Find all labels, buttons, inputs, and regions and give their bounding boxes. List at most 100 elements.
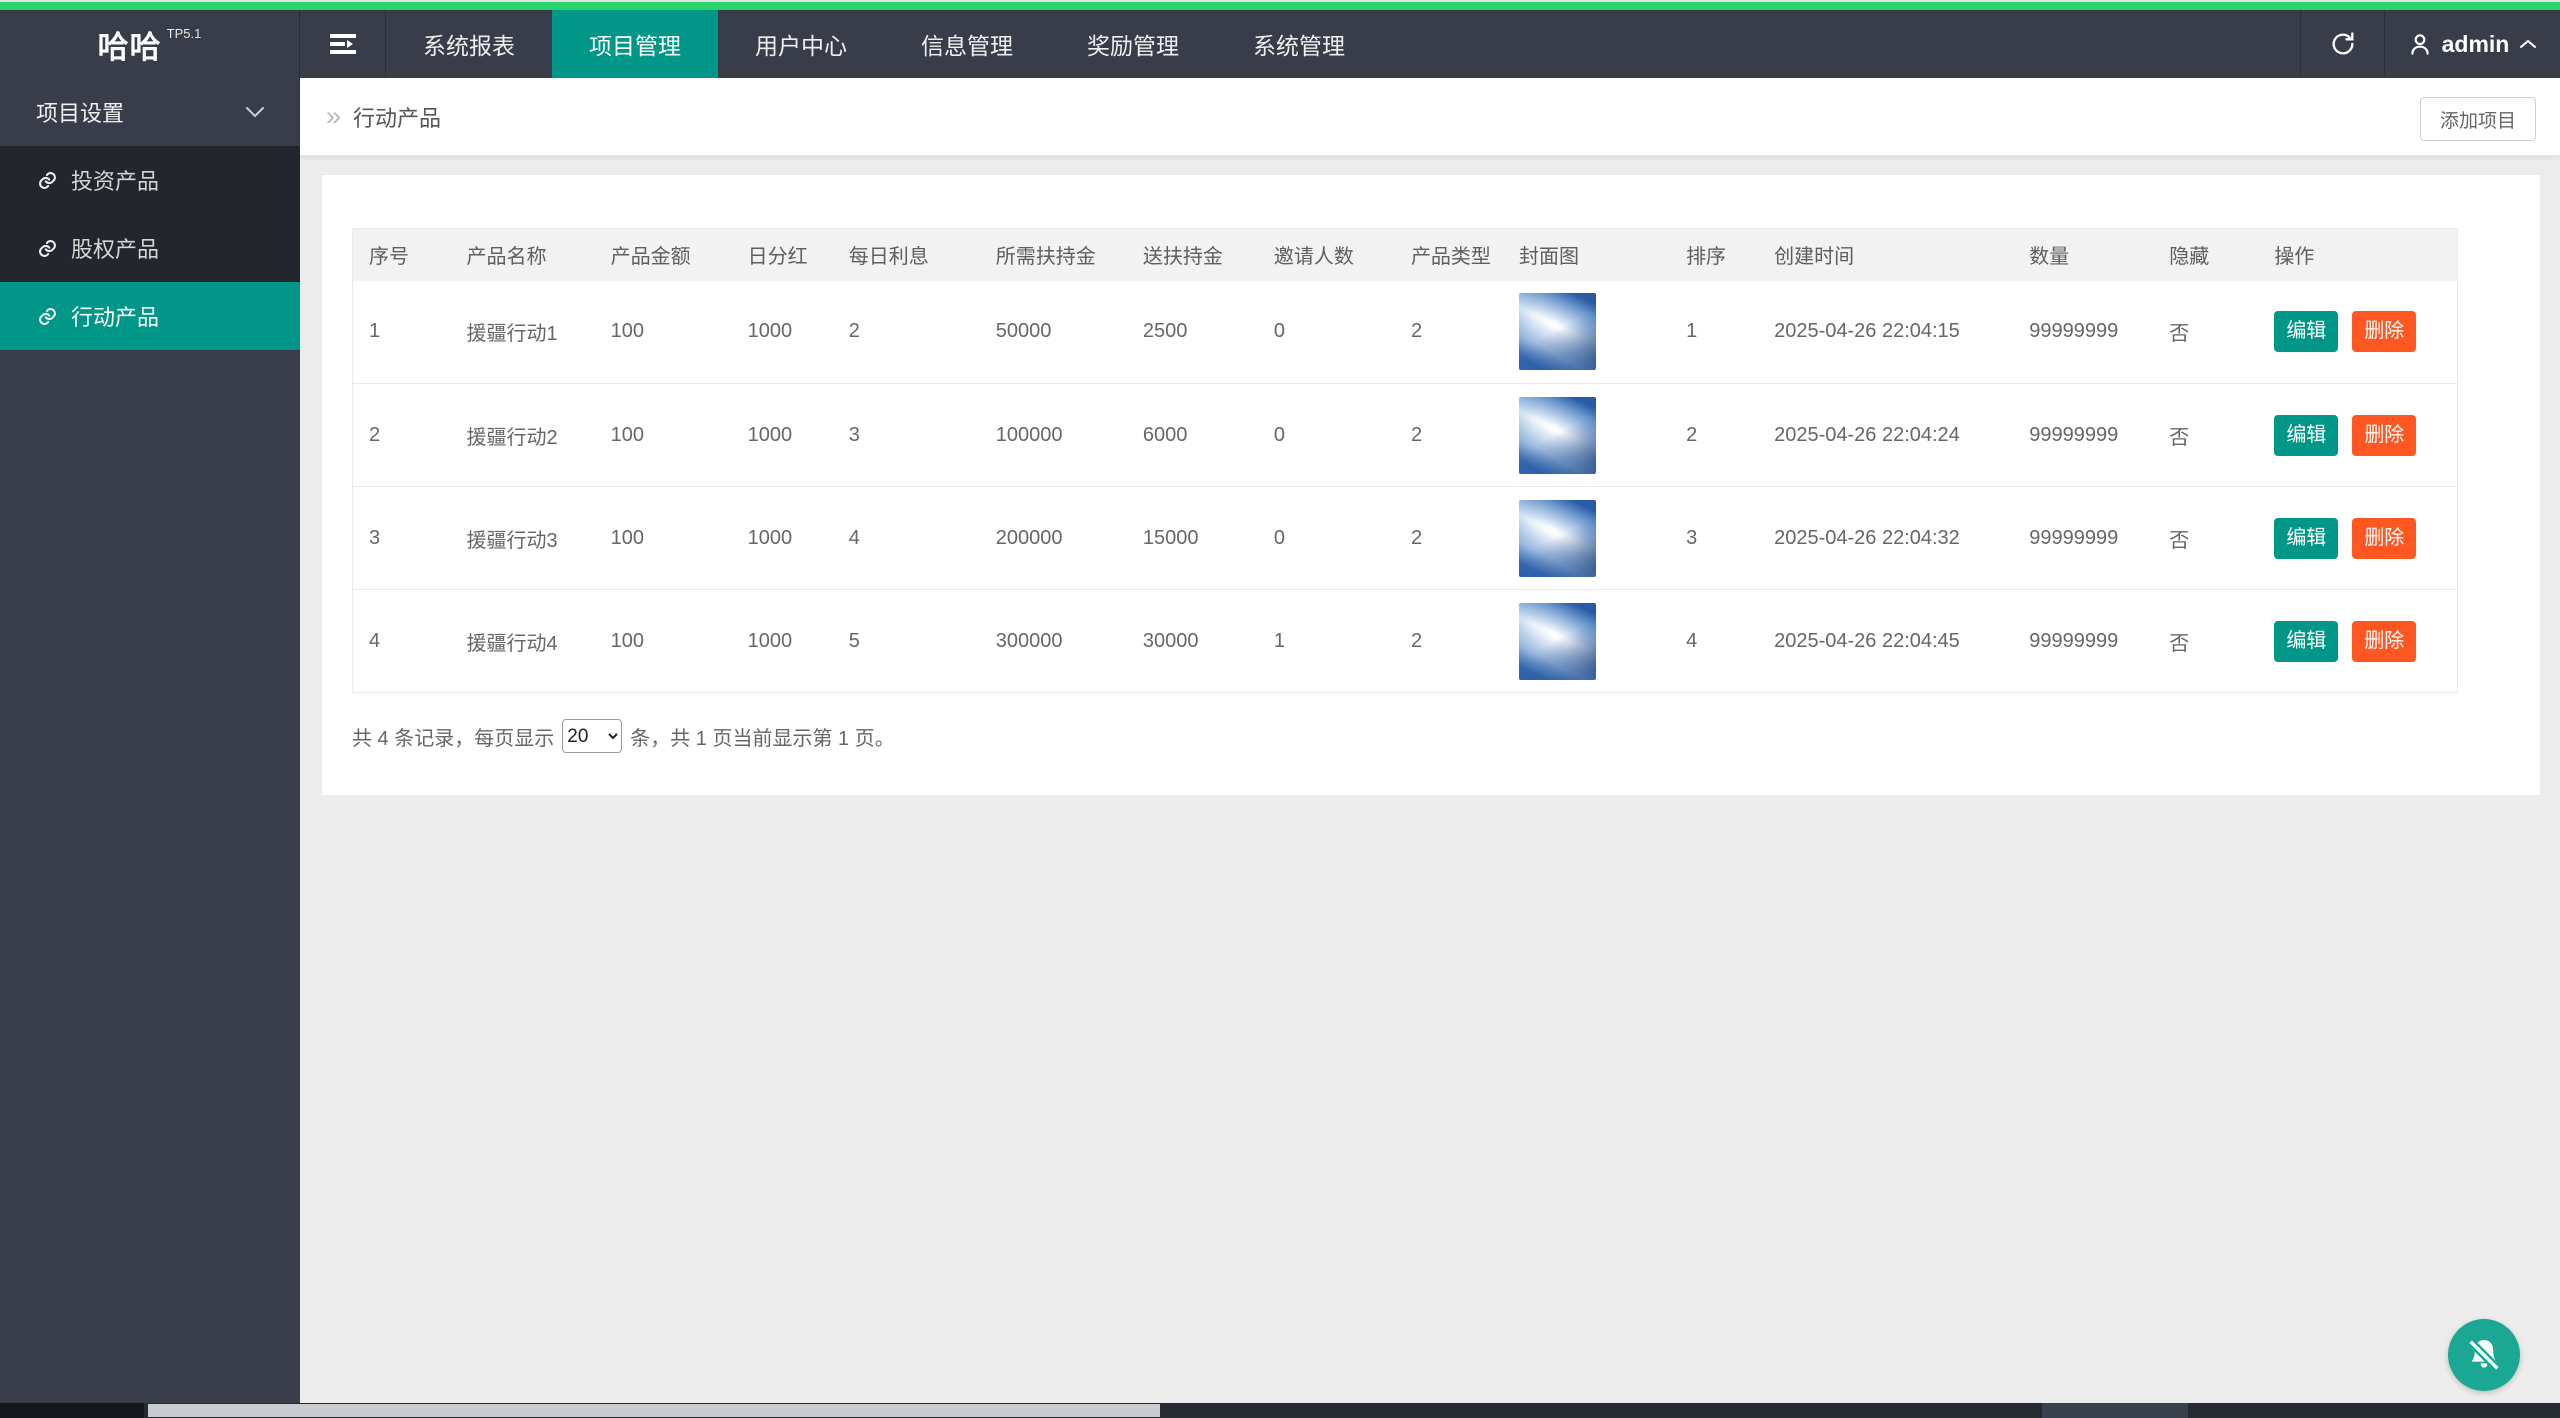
cell-amount: 100 bbox=[595, 487, 732, 590]
cell-created: 2025-04-26 22:04:45 bbox=[1758, 590, 2013, 693]
table-row: 3援疆行动310010004200000150000232025-04-26 2… bbox=[353, 487, 2458, 590]
cell-hidden: 否 bbox=[2153, 281, 2258, 384]
cell-amount: 100 bbox=[595, 281, 732, 384]
cell-actions: 编辑删除 bbox=[2258, 384, 2457, 487]
table-header-row: 序号产品名称产品金额日分红每日利息所需扶持金送扶持金邀请人数产品类型封面图排序创… bbox=[353, 229, 2458, 281]
cell-seq: 3 bbox=[353, 487, 451, 590]
delete-button[interactable]: 删除 bbox=[2352, 415, 2416, 456]
sidebar-item[interactable]: 行动产品 bbox=[0, 282, 300, 350]
column-header: 隐藏 bbox=[2153, 229, 2258, 281]
cell-type: 2 bbox=[1395, 590, 1503, 693]
cell-cover bbox=[1503, 384, 1670, 487]
edit-button[interactable]: 编辑 bbox=[2274, 621, 2338, 662]
cell-sort: 2 bbox=[1670, 384, 1758, 487]
cell-quantity: 99999999 bbox=[2013, 590, 2153, 693]
cell-cover bbox=[1503, 281, 1670, 384]
cell-dividend: 1000 bbox=[732, 281, 833, 384]
delete-button[interactable]: 删除 bbox=[2352, 621, 2416, 662]
cell-quantity: 99999999 bbox=[2013, 487, 2153, 590]
column-header: 所需扶持金 bbox=[980, 229, 1127, 281]
cell-support_required: 300000 bbox=[980, 590, 1127, 693]
cell-cover bbox=[1503, 487, 1670, 590]
cell-seq: 2 bbox=[353, 384, 451, 487]
link-icon bbox=[37, 306, 58, 327]
sidebar-item-label: 投资产品 bbox=[71, 164, 159, 196]
cell-name: 援疆行动1 bbox=[451, 281, 595, 384]
cell-support_gift: 2500 bbox=[1127, 281, 1258, 384]
products-table: 序号产品名称产品金额日分红每日利息所需扶持金送扶持金邀请人数产品类型封面图排序创… bbox=[352, 228, 2458, 693]
breadcrumb-separator-icon: » bbox=[326, 103, 341, 130]
column-header: 数量 bbox=[2013, 229, 2153, 281]
sidebar: 项目设置 投资产品股权产品行动产品 bbox=[0, 78, 300, 1403]
user-menu[interactable]: admin bbox=[2384, 10, 2560, 78]
notification-fab-button[interactable] bbox=[2448, 1319, 2520, 1391]
cell-sort: 4 bbox=[1670, 590, 1758, 693]
cell-interest: 2 bbox=[833, 281, 980, 384]
cell-type: 2 bbox=[1395, 487, 1503, 590]
main-content: » 行动产品 添加项目 序号产品名称产品金额日分红每日利息所需扶持金送扶持金邀请… bbox=[300, 78, 2560, 1403]
column-header: 产品名称 bbox=[451, 229, 595, 281]
cell-invites: 0 bbox=[1258, 384, 1395, 487]
cell-created: 2025-04-26 22:04:32 bbox=[1758, 487, 2013, 590]
top-nav-item[interactable]: 系统报表 bbox=[386, 10, 552, 78]
cell-amount: 100 bbox=[595, 384, 732, 487]
cell-support_gift: 30000 bbox=[1127, 590, 1258, 693]
app-logo-text: 哈哈 bbox=[98, 22, 162, 67]
cell-support_gift: 15000 bbox=[1127, 487, 1258, 590]
cell-type: 2 bbox=[1395, 281, 1503, 384]
top-nav-item[interactable]: 系统管理 bbox=[1216, 10, 1382, 78]
scrollbar-segment bbox=[2042, 1403, 2188, 1418]
cell-type: 2 bbox=[1395, 384, 1503, 487]
sidebar-item-label: 行动产品 bbox=[71, 300, 159, 332]
scrollbar-thumb[interactable] bbox=[148, 1404, 1160, 1417]
cell-actions: 编辑删除 bbox=[2258, 487, 2457, 590]
column-header: 送扶持金 bbox=[1127, 229, 1258, 281]
cell-sort: 1 bbox=[1670, 281, 1758, 384]
product-cover-image bbox=[1519, 500, 1596, 577]
delete-button[interactable]: 删除 bbox=[2352, 311, 2416, 352]
sidebar-group-project-settings[interactable]: 项目设置 bbox=[0, 78, 300, 146]
cell-hidden: 否 bbox=[2153, 487, 2258, 590]
cell-actions: 编辑删除 bbox=[2258, 281, 2457, 384]
sidebar-submenu: 投资产品股权产品行动产品 bbox=[0, 146, 300, 350]
column-header: 操作 bbox=[2258, 229, 2457, 281]
sidebar-group-label: 项目设置 bbox=[36, 96, 124, 128]
top-nav-item[interactable]: 用户中心 bbox=[718, 10, 884, 78]
cell-cover bbox=[1503, 590, 1670, 693]
user-icon bbox=[2407, 31, 2433, 57]
pagination-prefix: 共 4 条记录，每页显示 bbox=[352, 722, 554, 751]
delete-button[interactable]: 删除 bbox=[2352, 518, 2416, 559]
table-row: 4援疆行动410010005300000300001242025-04-26 2… bbox=[353, 590, 2458, 693]
sidebar-item[interactable]: 投资产品 bbox=[0, 146, 300, 214]
top-nav-item[interactable]: 项目管理 bbox=[552, 10, 718, 78]
edit-button[interactable]: 编辑 bbox=[2274, 311, 2338, 352]
column-header: 创建时间 bbox=[1758, 229, 2013, 281]
edit-button[interactable]: 编辑 bbox=[2274, 415, 2338, 456]
column-header: 每日利息 bbox=[833, 229, 980, 281]
link-icon bbox=[37, 170, 58, 191]
edit-button[interactable]: 编辑 bbox=[2274, 518, 2338, 559]
bell-off-icon bbox=[2464, 1335, 2504, 1375]
column-header: 日分红 bbox=[732, 229, 833, 281]
cell-hidden: 否 bbox=[2153, 384, 2258, 487]
column-header: 序号 bbox=[353, 229, 451, 281]
cell-sort: 3 bbox=[1670, 487, 1758, 590]
cell-interest: 5 bbox=[833, 590, 980, 693]
column-header: 封面图 bbox=[1503, 229, 1670, 281]
cell-interest: 3 bbox=[833, 384, 980, 487]
sidebar-collapse-button[interactable] bbox=[300, 10, 386, 78]
cell-actions: 编辑删除 bbox=[2258, 590, 2457, 693]
horizontal-scrollbar[interactable] bbox=[0, 1403, 2560, 1418]
cell-quantity: 99999999 bbox=[2013, 281, 2153, 384]
top-nav-items: 系统报表项目管理用户中心信息管理奖励管理系统管理 bbox=[386, 10, 1382, 78]
cell-quantity: 99999999 bbox=[2013, 384, 2153, 487]
pagination: 共 4 条记录，每页显示 20 条，共 1 页当前显示第 1 页。 bbox=[352, 719, 2510, 753]
add-project-button[interactable]: 添加项目 bbox=[2420, 97, 2536, 141]
page-size-select[interactable]: 20 bbox=[562, 719, 622, 753]
top-nav-item[interactable]: 信息管理 bbox=[884, 10, 1050, 78]
sidebar-item-label: 股权产品 bbox=[71, 232, 159, 264]
refresh-button[interactable] bbox=[2300, 10, 2384, 78]
sidebar-item[interactable]: 股权产品 bbox=[0, 214, 300, 282]
cell-support_required: 200000 bbox=[980, 487, 1127, 590]
top-nav-item[interactable]: 奖励管理 bbox=[1050, 10, 1216, 78]
